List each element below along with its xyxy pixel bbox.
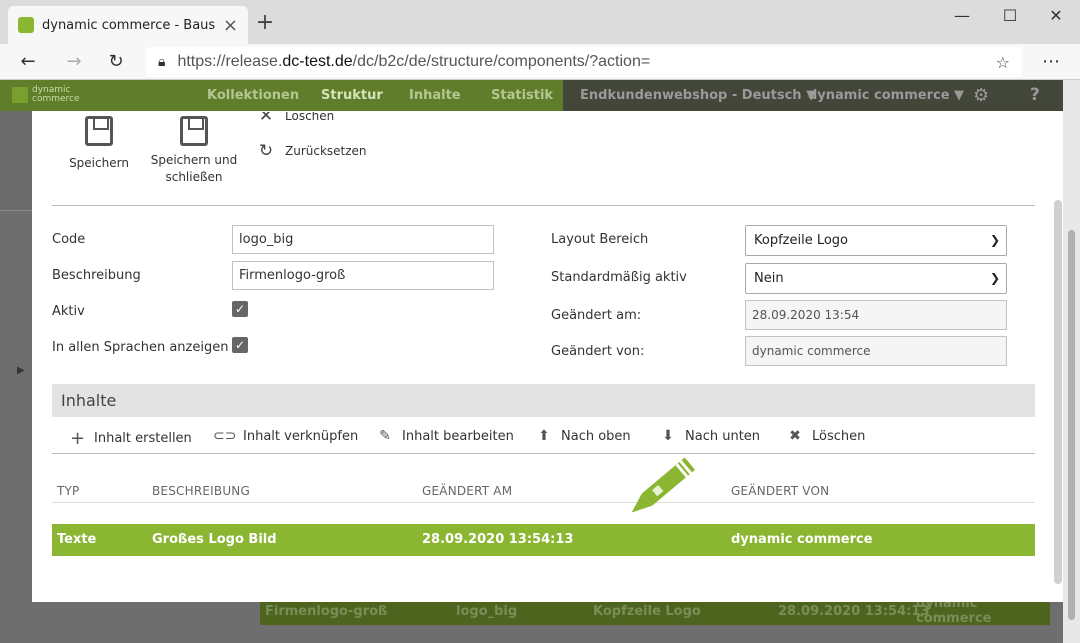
close-window-button[interactable]: ✕ — [1036, 6, 1076, 26]
new-tab-button[interactable]: + — [252, 10, 278, 36]
layout-area-select[interactable]: Kopfzeile Logo ❯ — [745, 225, 1007, 256]
forward-icon[interactable]: → — [60, 48, 88, 76]
plus-icon: + — [70, 428, 86, 449]
browser-tab[interactable]: dynamic commerce - Bausteine × — [8, 6, 248, 44]
cell-typ: Texte — [57, 532, 97, 547]
edit-content-button[interactable]: ✎ Inhalt bearbeiten — [378, 428, 514, 444]
changed-by-field: dynamic commerce — [745, 336, 1007, 366]
all-languages-label: In allen Sprachen anzeigen — [52, 340, 229, 355]
chevron-down-icon: ❯ — [989, 271, 1000, 285]
active-checkbox[interactable]: ✓ — [232, 301, 248, 317]
layout-area-label: Layout Bereich — [551, 232, 649, 247]
column-header-changed-by[interactable]: GEÄNDERT VON — [731, 484, 829, 498]
all-languages-checkbox[interactable]: ✓ — [232, 337, 248, 353]
minimize-button[interactable]: — — [942, 6, 982, 26]
divider — [52, 453, 1035, 454]
description-label: Beschreibung — [52, 268, 141, 283]
url-field[interactable]: 🔒︎ https://release.dc-test.de/dc/b2c/de/… — [146, 47, 1022, 77]
move-down-button[interactable]: ⬇ Nach unten — [661, 428, 760, 444]
code-label: Code — [52, 232, 86, 247]
close-icon: ✕ — [258, 112, 274, 126]
link-content-button[interactable]: ⊂⊃ Inhalt verknüpfen — [213, 428, 358, 444]
favorite-star-icon[interactable]: ☆ — [996, 53, 1010, 72]
divider — [52, 205, 1035, 206]
help-icon[interactable]: ? — [1030, 80, 1040, 111]
background-panel — [0, 111, 32, 211]
divider — [52, 502, 1035, 503]
cell-changed-at: 28.09.2020 13:54:13 — [422, 532, 574, 547]
url-text: https://release.dc-test.de/dc/b2c/de/str… — [177, 53, 651, 70]
reload-icon[interactable]: ↻ — [102, 48, 130, 76]
nav-inhalte[interactable]: Inhalte — [409, 80, 461, 111]
code-input[interactable]: logo_big — [232, 225, 494, 254]
arrow-down-icon: ⬇ — [662, 428, 674, 444]
browser-menu-icon[interactable]: ⋯ — [1042, 48, 1060, 76]
cell-changed-by: dynamic commerce — [731, 532, 873, 547]
close-tab-icon[interactable]: × — [223, 15, 238, 36]
gear-icon[interactable]: ⚙ — [973, 80, 989, 111]
column-header-changed-at[interactable]: GEÄNDERT AM — [422, 484, 512, 498]
app-header: dynamic commerce Kollektionen Struktur I… — [0, 80, 1063, 111]
description-input[interactable]: Firmenlogo-groß — [232, 261, 494, 290]
expand-arrow-icon: ▶ — [17, 365, 25, 376]
save-button[interactable]: Speichern — [62, 116, 136, 170]
favicon-icon — [18, 17, 34, 33]
changed-at-label: Geändert am: — [551, 308, 642, 323]
column-header-description[interactable]: BESCHREIBUNG — [152, 484, 250, 498]
arrow-up-icon: ⬆ — [538, 428, 550, 444]
reset-button[interactable]: ↻ Zurücksetzen — [257, 141, 367, 161]
changed-by-label: Geändert von: — [551, 344, 645, 359]
user-select[interactable]: dynamic commerce ▼ — [808, 80, 964, 111]
browser-tabstrip: dynamic commerce - Bausteine × + — ☐ ✕ — [0, 0, 1080, 44]
delete-button[interactable]: ✕ Löschen — [257, 112, 334, 128]
move-up-button[interactable]: ⬆ Nach oben — [537, 428, 631, 444]
logo: dynamic commerce — [12, 86, 80, 104]
address-bar-row: ← → ↻ 🔒︎ https://release.dc-test.de/dc/b… — [0, 44, 1080, 80]
shop-select[interactable]: Endkundenwebshop - Deutsch ▼ — [580, 80, 816, 111]
default-active-label: Standardmäßig aktiv — [551, 270, 687, 285]
close-icon: ✖ — [789, 428, 801, 444]
default-active-select[interactable]: Nein ❯ — [745, 263, 1007, 294]
delete-content-button[interactable]: ✖ Löschen — [788, 428, 865, 444]
create-content-button[interactable]: + Inhalt erstellen — [70, 428, 192, 449]
back-icon[interactable]: ← — [14, 48, 42, 76]
reset-icon: ↻ — [258, 141, 274, 161]
pencil-pointer-icon — [631, 457, 696, 513]
column-header-typ[interactable]: TYP — [57, 484, 80, 498]
lock-icon: 🔒︎ — [158, 54, 166, 70]
save-close-button[interactable]: Speichern und schließen — [150, 116, 238, 186]
maximize-button[interactable]: ☐ — [990, 6, 1030, 26]
dialog-scrollbar[interactable] — [1054, 200, 1062, 584]
nav-statistik[interactable]: Statistik — [491, 80, 553, 111]
save-disk-icon — [180, 116, 208, 146]
table-row[interactable]: Texte Großes Logo Bild 28.09.2020 13:54:… — [52, 524, 1035, 556]
contents-section-title: Inhalte — [52, 384, 1035, 417]
changed-at-field: 28.09.2020 13:54 — [745, 300, 1007, 330]
tab-title: dynamic commerce - Bausteine — [42, 17, 215, 33]
link-icon: ⊂⊃ — [213, 428, 237, 444]
page-scrollbar[interactable] — [1063, 80, 1080, 643]
active-label: Aktiv — [52, 304, 85, 319]
nav-struktur[interactable]: Struktur — [321, 80, 383, 111]
save-disk-icon — [85, 116, 113, 146]
cell-description: Großes Logo Bild — [152, 532, 277, 547]
chevron-down-icon: ❯ — [989, 233, 1000, 247]
nav-kollektionen[interactable]: Kollektionen — [207, 80, 299, 111]
logo-mark-icon — [12, 87, 28, 103]
pencil-icon: ✎ — [379, 428, 391, 444]
